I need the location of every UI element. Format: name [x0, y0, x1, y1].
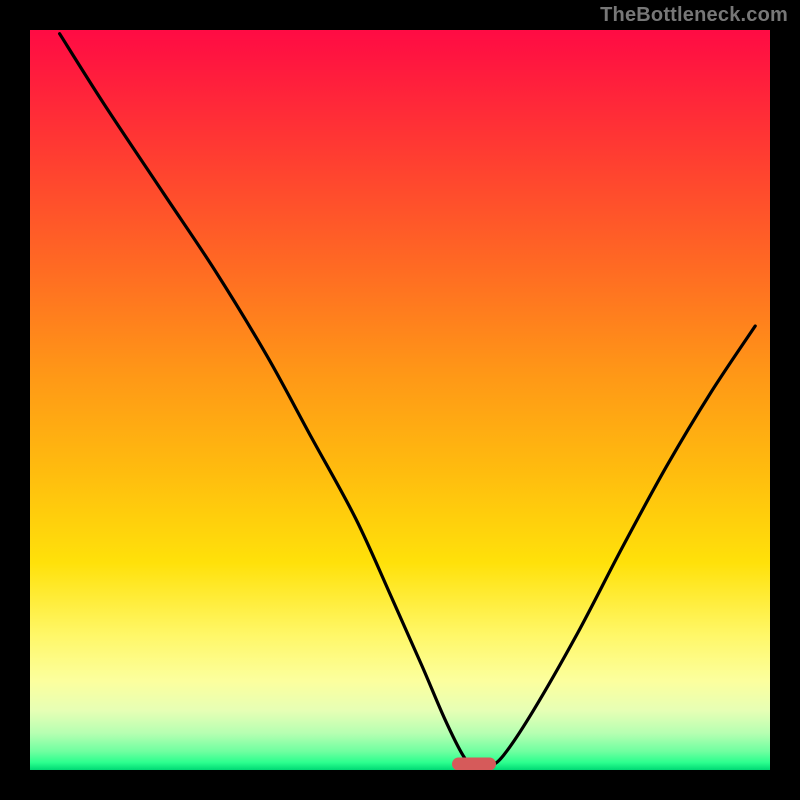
- image-root: TheBottleneck.com: [0, 0, 800, 800]
- optimal-marker: [452, 758, 496, 770]
- plot-frame: [30, 30, 770, 770]
- watermark-text: TheBottleneck.com: [600, 4, 788, 27]
- plot-area: [30, 30, 770, 770]
- bottleneck-curve: [30, 30, 770, 770]
